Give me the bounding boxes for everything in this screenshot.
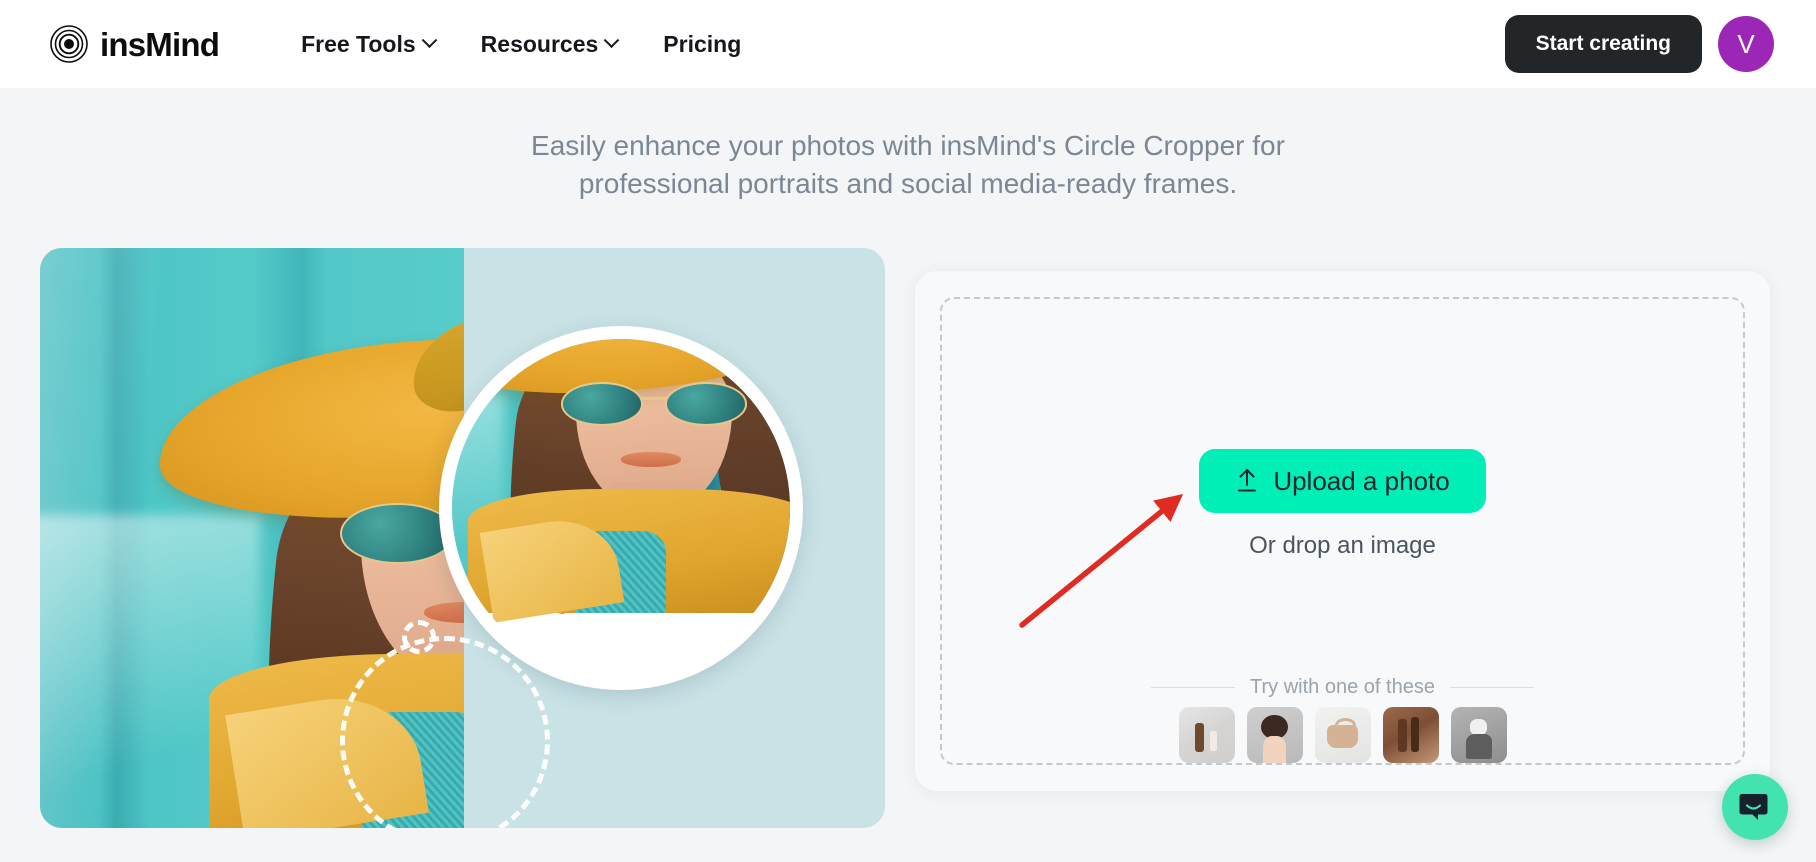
sample-thumb-cosmetic-bottles[interactable]	[1178, 707, 1235, 763]
upload-a-photo-button[interactable]: Upload a photo	[1199, 449, 1486, 513]
nav-label: Pricing	[663, 30, 742, 57]
sample-thumb-woman-curly-hair[interactable]	[1246, 707, 1303, 763]
try-samples-header: Try with one of these	[942, 676, 1743, 699]
header-actions: Start creating V	[1504, 15, 1774, 73]
before-after-preview	[40, 248, 885, 828]
sample-thumbnails	[942, 707, 1743, 763]
content-row: Upload a photo Or drop an image Try with…	[0, 248, 1816, 828]
main-nav: Free Tools Resources Pricing	[301, 31, 741, 58]
brand-logo[interactable]: insMind	[50, 25, 220, 63]
page-body: Easily enhance your photos with insMind'…	[0, 88, 1816, 862]
chevron-down-icon	[421, 31, 437, 48]
chevron-down-icon	[604, 31, 620, 48]
site-header: insMind Free Tools Resources Pricing Sta…	[0, 0, 1816, 88]
brand-name: insMind	[100, 25, 220, 63]
dropzone[interactable]: Upload a photo Or drop an image Try with…	[940, 297, 1745, 765]
circle-crop-result	[439, 248, 885, 828]
start-creating-button[interactable]: Start creating	[1504, 15, 1702, 73]
nav-item-resources[interactable]: Resources	[480, 30, 620, 58]
nav-item-free-tools[interactable]: Free Tools	[301, 30, 437, 58]
upload-arrow-icon	[1238, 469, 1257, 492]
divider-left	[1151, 687, 1236, 688]
portrait-photo-after	[452, 339, 790, 630]
insmind-target-icon	[50, 25, 88, 63]
avatar[interactable]: V	[1718, 16, 1774, 72]
page-subtitle: Easily enhance your photos with insMind'…	[531, 130, 1285, 200]
sample-thumb-grey-white-cat[interactable]	[1450, 707, 1507, 763]
nav-item-pricing[interactable]: Pricing	[663, 31, 741, 58]
upload-button-label: Upload a photo	[1273, 465, 1450, 496]
try-label: Try with one of these	[1250, 676, 1435, 698]
portrait-photo-before	[40, 248, 464, 828]
upload-card: Upload a photo Or drop an image Try with…	[915, 271, 1770, 791]
chat-launcher-button[interactable]	[1722, 774, 1788, 840]
preview-before	[40, 248, 464, 828]
drop-hint-text: Or drop an image	[1249, 532, 1436, 559]
sample-thumb-beige-handbag[interactable]	[1314, 707, 1371, 763]
nav-label: Resources	[480, 30, 599, 57]
nav-label: Free Tools	[301, 30, 416, 57]
divider-right	[1449, 687, 1534, 688]
chat-bubble-icon	[1739, 794, 1768, 820]
circle-crop-frame	[439, 326, 803, 690]
sample-thumb-cosmetic-tubes[interactable]	[1382, 707, 1439, 763]
